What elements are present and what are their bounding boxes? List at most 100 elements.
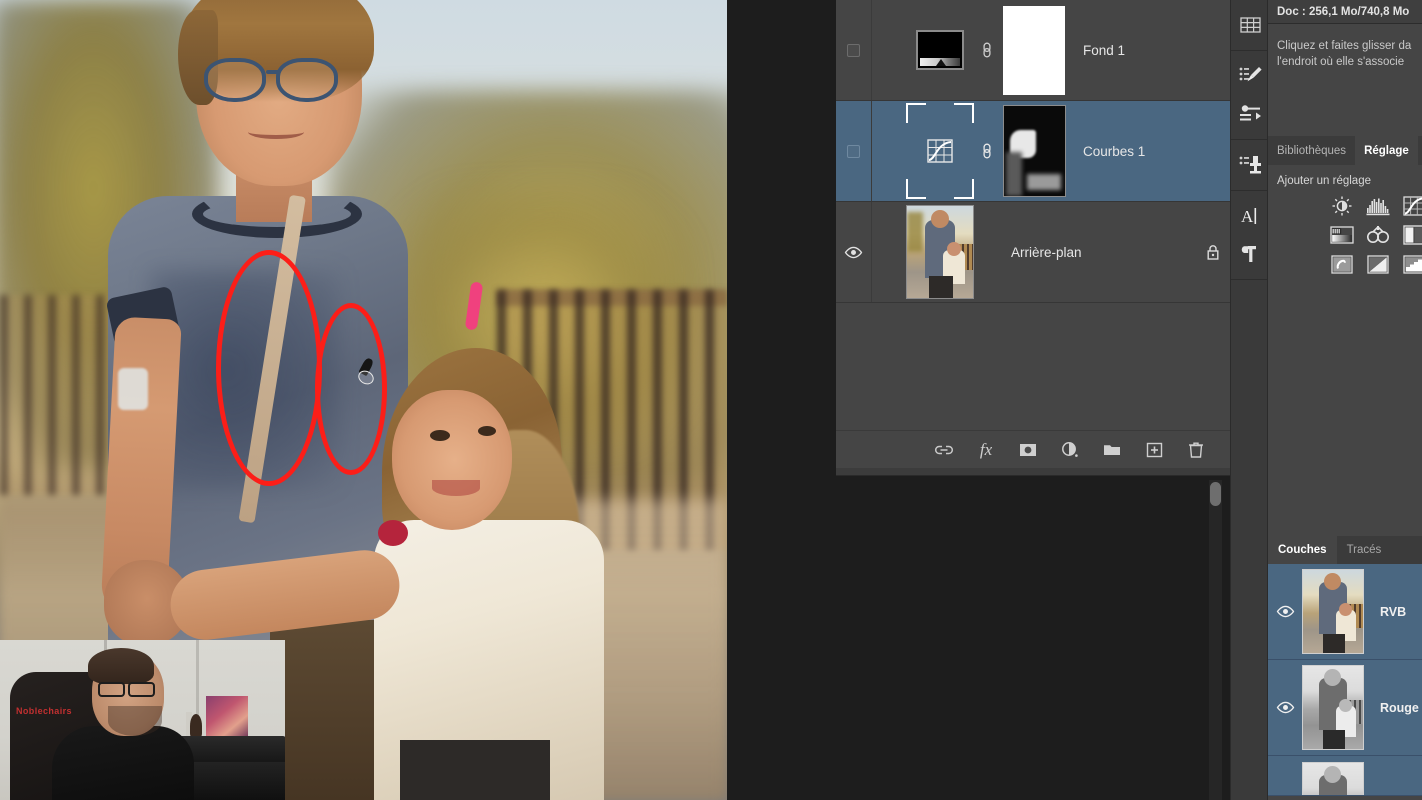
vibrance-button[interactable]	[1329, 224, 1355, 246]
adjustments-panel: Bibliothèques Réglage Ajouter un réglage	[1268, 136, 1422, 536]
delete-layer-button[interactable]	[1186, 440, 1206, 460]
brightness-contrast-button[interactable]	[1329, 195, 1355, 217]
table-row[interactable]: Fond 1	[836, 0, 1230, 101]
webcam-glasses-lens-right	[128, 682, 155, 697]
channel-thumb-girl-head	[1339, 699, 1352, 712]
hue-saturation-button[interactable]	[1365, 224, 1391, 246]
clone-source-button[interactable]	[1231, 146, 1269, 184]
layer-link-icon[interactable]	[975, 40, 999, 60]
tool-group-1	[1231, 0, 1267, 51]
grid-tool-button[interactable]	[1231, 6, 1269, 44]
document-info-bar: Doc : 256,1 Mo/740,8 Mo	[1268, 0, 1422, 24]
red-ellipse-small	[315, 303, 387, 475]
link-layers-button[interactable]	[934, 440, 954, 460]
add-layer-mask-button[interactable]	[1018, 440, 1038, 460]
color-balance-button[interactable]	[1401, 224, 1422, 246]
layer-visibility-toggle-fond1[interactable]	[836, 0, 872, 100]
thumb-legs	[929, 276, 953, 298]
mask-shape-3	[1026, 174, 1061, 190]
tool-group-2	[1231, 51, 1267, 140]
list-item[interactable]	[1268, 756, 1422, 796]
layer-lock-icon-wrap[interactable]	[1196, 244, 1230, 261]
webcam-person-body	[52, 726, 194, 800]
panel-divider	[836, 468, 1230, 476]
document-scroll-area	[836, 468, 1230, 800]
layer-link-icon[interactable]	[975, 141, 999, 161]
photo-girl-mouth	[432, 480, 480, 496]
new-group-button[interactable]	[1102, 440, 1122, 460]
list-item[interactable]: RVB	[1268, 564, 1422, 660]
photo-girl-legs	[400, 740, 550, 800]
character-A-icon: A	[1241, 207, 1257, 226]
tab-traces[interactable]: Tracés	[1337, 536, 1392, 564]
posterize-icon	[1403, 254, 1422, 274]
levels-button[interactable]	[1365, 195, 1391, 217]
table-row[interactable]: Arrière-plan	[836, 202, 1230, 303]
workspace: Noblechairs	[0, 0, 836, 800]
hue-saturation-icon	[1367, 225, 1389, 243]
character-panel-button[interactable]: A	[1231, 197, 1269, 235]
photo-girl-eye-left	[430, 430, 450, 441]
new-fill-adjustment-layer-button[interactable]	[1060, 440, 1080, 460]
layer-thumbnail-courbes1[interactable]	[905, 103, 975, 199]
layer-thumbnail-fond1[interactable]	[905, 17, 975, 83]
tool-presets-icon	[1240, 105, 1261, 121]
layer-styles-button[interactable]: fx	[976, 440, 996, 460]
new-layer-button[interactable]	[1144, 440, 1164, 460]
selection-corner-tr	[954, 103, 974, 123]
link-icon	[983, 143, 991, 159]
trash-icon	[1189, 442, 1203, 458]
channel-thumb-girl-head	[1339, 603, 1352, 616]
scrollbar-thumb[interactable]	[1210, 482, 1221, 506]
image-thumbnail-icon	[906, 205, 974, 299]
photo-girl-eye-right	[478, 426, 496, 436]
list-item[interactable]: Rouge	[1268, 660, 1422, 756]
paragraph-panel-button[interactable]	[1231, 235, 1269, 273]
clone-stamp-icon	[1239, 156, 1261, 174]
layer-thumbnail-arriere-plan[interactable]	[905, 205, 975, 299]
color-lookup-button[interactable]	[1401, 253, 1422, 275]
thumb-girl-head	[947, 242, 961, 256]
vertical-scrollbar[interactable]	[1209, 480, 1222, 800]
layer-visibility-toggle-arriere-plan[interactable]	[836, 202, 872, 302]
tab-bibliotheques[interactable]: Bibliothèques	[1268, 136, 1356, 165]
curves-button[interactable]	[1401, 195, 1422, 217]
tool-presets-button[interactable]	[1231, 95, 1269, 133]
vibrance-icon	[1330, 226, 1354, 244]
table-row[interactable]: Courbes 1	[836, 101, 1230, 202]
curves-thumbnail-selected	[906, 103, 974, 199]
layer-mask-thumbnail-courbes1[interactable]	[999, 105, 1069, 197]
tab-couches[interactable]: Couches	[1268, 536, 1337, 564]
channel-visibility-toggle-rvb[interactable]	[1268, 605, 1302, 618]
color-lookup-icon	[1367, 254, 1389, 274]
channel-mixer-button[interactable]	[1365, 253, 1391, 275]
adjustments-title: Ajouter un réglage	[1277, 175, 1371, 187]
gradient-fill-thumbnail-icon	[916, 30, 964, 70]
thumb-boy-head	[931, 210, 949, 228]
channel-thumb-boy-head	[1324, 573, 1341, 590]
channel-name-label: Rouge	[1380, 700, 1419, 715]
adjustments-panel-tabs: Bibliothèques Réglage	[1268, 136, 1422, 165]
layer-visibility-toggle-courbes1[interactable]	[836, 101, 872, 201]
dark-layer-mask-icon	[1002, 105, 1066, 197]
tool-group-4: A	[1231, 191, 1267, 280]
channel-visibility-toggle-rouge[interactable]	[1268, 701, 1302, 714]
brush-presets-button[interactable]	[1231, 57, 1269, 95]
layers-panel: Fond 1 Courbes 1 Arrière-plan fx	[836, 0, 1230, 468]
layer-mask-thumbnail-fond1[interactable]	[999, 5, 1069, 95]
webcam-person-hair	[88, 648, 154, 684]
layer-name-label: Arrière-plan	[1011, 244, 1082, 260]
document-size-label: Doc : 256,1 Mo/740,8 Mo	[1277, 5, 1410, 18]
folder-icon	[1104, 445, 1120, 455]
red-ellipse-large	[216, 250, 322, 486]
channel-thumbnail-rouge	[1302, 665, 1364, 750]
photo-girl-shirt-logo	[378, 520, 408, 546]
selection-corner-tl	[906, 103, 926, 123]
half-circle-icon	[1062, 441, 1078, 457]
webcam-glasses-lens-left	[98, 682, 125, 697]
tab-reglages[interactable]: Réglage	[1355, 136, 1418, 165]
photo-filter-button[interactable]	[1329, 253, 1355, 275]
channel-thumb-legs	[1323, 634, 1345, 653]
webcam-overlay: Noblechairs	[0, 640, 285, 800]
mask-icon	[1020, 443, 1036, 456]
